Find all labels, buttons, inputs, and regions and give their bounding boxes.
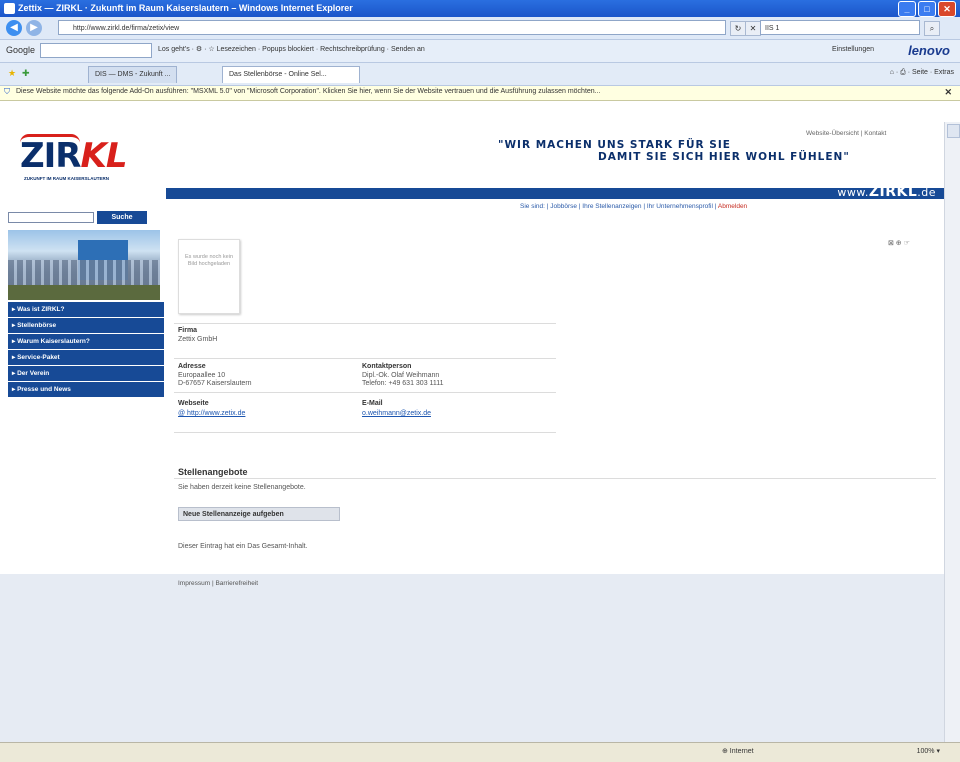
kontakt-label: Kontaktperson (362, 363, 412, 370)
minimize-button[interactable]: _ (898, 1, 916, 17)
adresse-line-2: D-67657 Kaiserslautern (178, 380, 252, 387)
refresh-button[interactable]: ↻ (730, 21, 746, 36)
info-shield-icon: ⛉ (4, 87, 10, 96)
slogan: "WIR MACHEN UNS STARK FÜR SIE DAMIT SIE … (498, 139, 850, 163)
logo-subtitle: ZUKUNFT IM RAUM KAISERSLAUTERN (24, 176, 109, 181)
jobs-empty-text: Sie haben derzeit keine Stellenangebote. (178, 484, 306, 491)
footer-links[interactable]: Impressum | Barrierefreiheit (178, 580, 258, 587)
sidebar-item-service-paket[interactable]: ▸ Service-Paket (8, 350, 164, 365)
window-controls: _ □ ✕ (898, 1, 956, 17)
web-page: ZIRKL ZUKUNFT IM RAUM KAISERSLAUTERN Web… (0, 122, 944, 742)
google-search-input[interactable] (40, 43, 152, 58)
adresse-label: Adresse (178, 363, 206, 370)
window-titlebar: Zettix — ZIRKL · Zukunft im Raum Kaisers… (0, 0, 960, 17)
divider (174, 323, 556, 324)
divider (174, 358, 556, 359)
command-bar[interactable]: ⌂ · ⎙ · Seite · Extras (890, 69, 954, 77)
divider (174, 392, 556, 393)
forward-button[interactable]: ▶ (26, 20, 42, 36)
lenovo-logo: lenovo (908, 43, 950, 58)
search-icon[interactable]: ⌕ (924, 21, 940, 36)
email-link[interactable]: o.weihmann@zetix.de (362, 410, 431, 417)
jobs-note: Dieser Eintrag hat ein Das Gesamt-Inhalt… (178, 543, 308, 550)
header-bar: www.ZIRKL.de (166, 184, 944, 200)
close-window-button[interactable]: ✕ (938, 1, 956, 17)
site-domain: www.ZIRKL.de (837, 184, 936, 200)
kontakt-phone: Telefon: +49 631 303 1111 (362, 380, 444, 387)
maximize-button[interactable]: □ (918, 1, 936, 17)
slogan-line-2: DAMIT SIE SICH HIER WOHL FÜHLEN" (598, 151, 850, 163)
sub-nav-links[interactable]: Sie sind: | Jobbörse | Ihre Stellenanzei… (520, 203, 718, 210)
building-photo (8, 230, 160, 300)
information-bar[interactable]: ⛉ Diese Website möchte das folgende Add-… (0, 86, 960, 101)
website-link[interactable]: @ http://www.zetix.de (178, 410, 245, 417)
top-links[interactable]: Website-Übersicht | Kontakt (806, 130, 886, 137)
jobs-heading: Stellenangebote (178, 467, 248, 477)
window-title: Zettix — ZIRKL · Zukunft im Raum Kaisers… (18, 3, 353, 13)
divider (174, 432, 556, 433)
status-bar: ⊕ Internet 100% ▾ (0, 742, 960, 762)
sidebar-item-stellenboerse[interactable]: ▸ Stellenbörse (8, 318, 164, 333)
address-toolbar: ◀ ▶ http://www.zirkl.de/firma/zetix/view… (0, 17, 960, 40)
security-zone: ⊕ Internet (722, 748, 754, 755)
company-logo-placeholder: Es wurde noch kein Bild hochgeladen (178, 239, 240, 314)
settings-button[interactable]: Einstellungen (832, 46, 874, 53)
add-job-button[interactable]: Neue Stellenanzeige aufgeben (178, 507, 340, 521)
slogan-line-1: "WIR MACHEN UNS STARK FÜR SIE (498, 139, 731, 151)
add-favorites-icon[interactable]: ✚ (22, 68, 30, 79)
sidebar-menu: ▸ Was ist ZIRKL? ▸ Stellenbörse ▸ Warum … (8, 302, 164, 398)
page-footer: Impressum | Barrierefreiheit (0, 574, 944, 742)
scroll-up-arrow[interactable] (947, 124, 960, 138)
vertical-scrollbar[interactable] (944, 122, 960, 742)
tab-stellenboerse[interactable]: Das Stellenbörse - Online Sel... (222, 66, 360, 83)
divider (174, 478, 936, 479)
google-label: Google (6, 45, 36, 55)
tab-bar: ★ ✚ DIS — DMS - Zukunft ... Das Stellenb… (0, 63, 960, 86)
info-close-button[interactable]: ✕ (944, 87, 952, 98)
sidebar-item-der-verein[interactable]: ▸ Der Verein (8, 366, 164, 381)
zoom-level[interactable]: 100% ▾ (917, 747, 940, 755)
sidebar-item-warum-kaiserslautern[interactable]: ▸ Warum Kaiserslautern? (8, 334, 164, 349)
zirkl-logo[interactable]: ZIRKL ZUKUNFT IM RAUM KAISERSLAUTERN (6, 132, 146, 182)
favorites-star-icon[interactable]: ★ (8, 68, 16, 79)
adresse-line-1: Europaallee 10 (178, 372, 226, 379)
info-message[interactable]: Diese Website möchte das folgende Add-On… (16, 88, 601, 95)
site-search-input[interactable] (8, 212, 94, 223)
email-label: E-Mail (362, 400, 383, 407)
google-toolbar-items[interactable]: Los geht's · ⚙ · ☆ Lesezeichen · Popups … (158, 45, 425, 53)
kontakt-name: Dipl.-Ok. Olaf Weihmann (362, 372, 440, 379)
placeholder-text: Es wurde noch kein Bild hochgeladen (185, 254, 233, 267)
tab-dis[interactable]: DIS — DMS - Zukunft ... (88, 66, 178, 83)
firma-value: Zettix GmbH (178, 336, 218, 343)
search-input[interactable]: IIS 1 (760, 20, 920, 35)
sidebar-item-presse-und-news[interactable]: ▸ Presse und News (8, 382, 164, 397)
stop-button[interactable]: ✕ (745, 21, 761, 36)
site-search-button[interactable]: Suche (97, 211, 147, 224)
share-icons[interactable]: ⊠ ⊕ ☞ (888, 239, 910, 247)
back-button[interactable]: ◀ (6, 20, 22, 36)
ie-icon (4, 3, 15, 14)
sidebar-item-was-ist-zirkl[interactable]: ▸ Was ist ZIRKL? (8, 302, 164, 317)
website-label: Webseite (178, 400, 209, 407)
logo-text: ZIRKL (20, 136, 128, 176)
firma-label: Firma (178, 327, 198, 334)
logout-link[interactable]: Abmelden (718, 203, 747, 210)
url-input[interactable]: http://www.zirkl.de/firma/zetix/view (58, 20, 726, 35)
sub-navigation: Sie sind: | Jobbörse | Ihre Stellenanzei… (520, 203, 747, 210)
google-toolbar: Google Los geht's · ⚙ · ☆ Lesezeichen · … (0, 40, 960, 63)
